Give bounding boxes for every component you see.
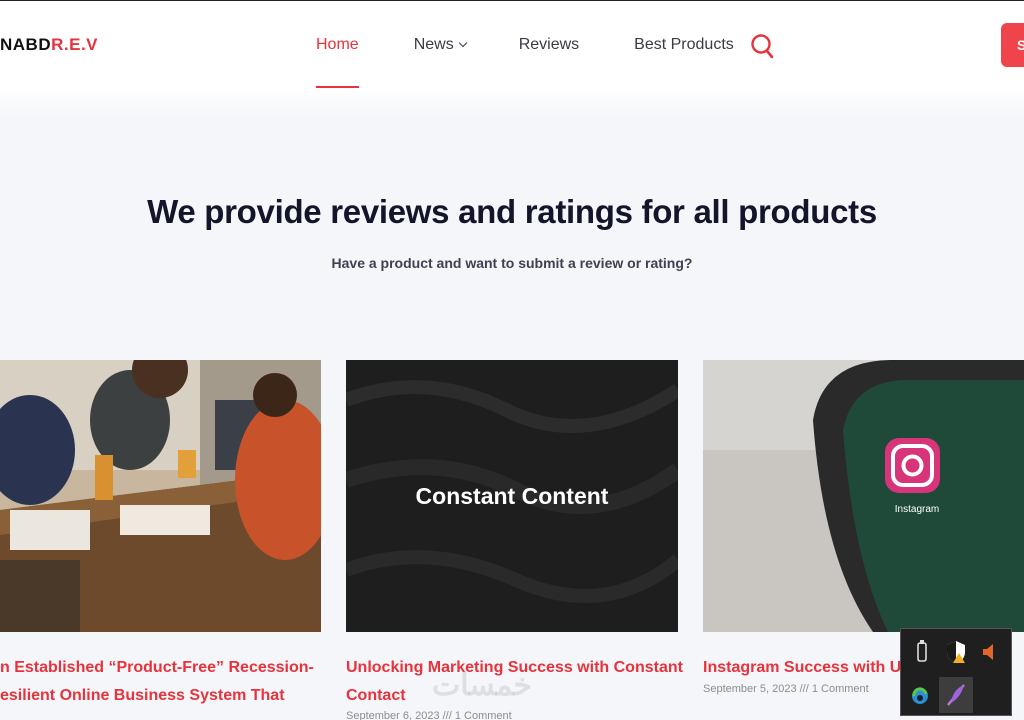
logo-text-red: R.E.V [51,35,99,54]
instagram-app-label: Instagram [895,504,939,515]
submit-review-label: S [1017,37,1024,53]
search-icon[interactable] [750,33,774,59]
nav-news-label: News [413,36,454,53]
hero-divider [0,88,1024,118]
post-title-business[interactable]: n Established “Product-Free” Recession- … [0,654,330,710]
post-title-business-line1: n Established “Product-Free” Recession- [0,659,314,676]
nav-item-home[interactable]: Home [316,1,359,89]
nav-best-products-label: Best Products [634,36,734,53]
main-nav: Home News Reviews Best Products [316,1,734,89]
feather-pen-icon [947,684,965,706]
nav-item-reviews[interactable]: Reviews [519,1,579,89]
image-caption-text: Constant Content [416,483,609,509]
watermark-text: خمسات [432,669,533,702]
post-meta-instagram: September 5, 2023 /// 1 Comment [703,683,869,695]
speaker-muted-icon[interactable] [975,637,1005,667]
post-meta-constant-contact: September 6, 2023 /// 1 Comment [346,710,512,720]
site-logo[interactable]: NABDR.E.V [0,35,98,55]
nav-item-news[interactable]: News [413,1,467,89]
team-meeting-photo [0,360,321,632]
system-tray-overflow [900,628,1012,716]
chevron-down-icon [458,38,467,48]
nav-home-label: Home [316,36,359,53]
page-title: We provide reviews and ratings for all p… [147,193,877,230]
site-header: NABDR.E.V Home News Reviews Best Product… [0,0,1024,89]
phone-photo: Instagram [703,360,1024,632]
security-shield-icon[interactable] [941,637,971,667]
post-image-constant-content[interactable]: Constant Content [346,360,678,632]
logo-text-dark: NABD [0,35,52,54]
post-image-instagram[interactable]: Instagram [703,360,1024,632]
nav-item-best-products[interactable]: Best Products [634,1,734,89]
post-image-business[interactable] [0,360,321,632]
nav-reviews-label: Reviews [518,36,580,53]
tray-selected-slot[interactable] [939,677,973,713]
dark-texture-background: Constant Content [346,360,678,632]
edge-browser-icon[interactable] [905,681,935,711]
post-title-business-line2: esilient Online Business System That [0,687,285,704]
page-subtitle[interactable]: Have a product and want to submit a revi… [0,255,1024,271]
usb-device-icon[interactable] [907,637,937,667]
submit-review-button[interactable]: S [1001,23,1024,67]
